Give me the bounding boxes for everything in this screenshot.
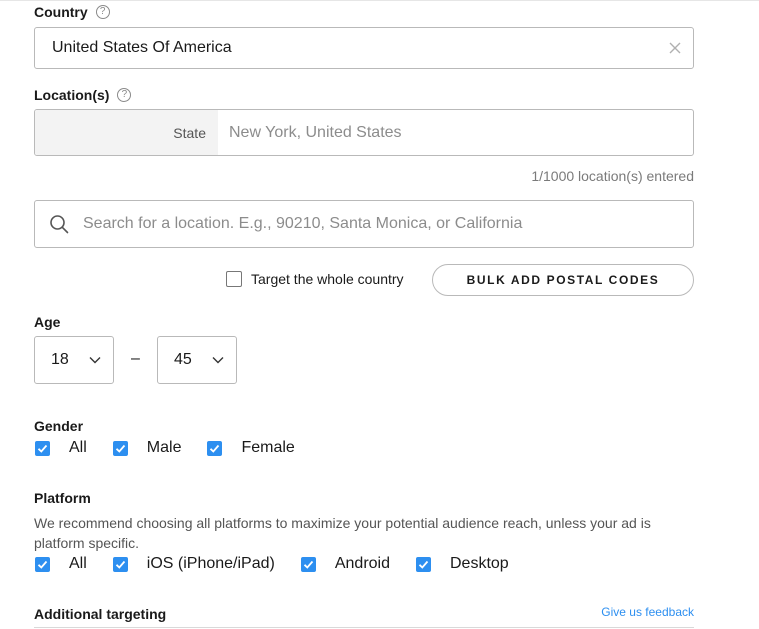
help-icon[interactable]: ?	[117, 88, 132, 102]
platform-heading: Platform	[34, 490, 91, 506]
location-count: 1/1000 location(s) entered	[531, 168, 694, 184]
platform-options: All iOS (iPhone/iPad) Android Desktop	[35, 555, 535, 573]
gender-option-label: All	[69, 439, 87, 456]
chevron-down-icon	[89, 357, 101, 364]
country-field[interactable]: United States Of America	[34, 27, 694, 69]
age-min-select[interactable]: 18	[34, 336, 114, 384]
location-search[interactable]	[34, 200, 694, 248]
bulk-add-postal-codes-button[interactable]: BULK ADD POSTAL CODES	[432, 264, 694, 296]
platform-option-all[interactable]: All	[35, 555, 87, 573]
checkbox-checked-icon[interactable]	[416, 556, 431, 572]
help-icon[interactable]: ?	[95, 5, 110, 19]
additional-targeting-heading: Additional targeting	[34, 606, 166, 622]
top-divider	[0, 0, 759, 1]
platform-option-android[interactable]: Android	[300, 555, 390, 573]
age-min-value: 18	[51, 351, 69, 368]
gender-option-all[interactable]: All	[35, 439, 87, 457]
search-input[interactable]	[83, 215, 663, 233]
gender-option-male[interactable]: Male	[112, 439, 182, 457]
location-value: New York, United States	[229, 123, 402, 141]
checkbox-checked-icon[interactable]	[112, 556, 128, 572]
checkbox-checked-icon[interactable]	[207, 440, 223, 456]
close-icon[interactable]	[667, 40, 683, 56]
country-value: United States Of America	[52, 39, 232, 56]
platform-option-label: iOS (iPhone/iPad)	[146, 555, 275, 572]
platform-option-label: Android	[334, 555, 390, 572]
locations-label: Location(s)	[34, 87, 110, 103]
platform-option-desktop[interactable]: Desktop	[416, 555, 509, 573]
gender-label: Gender	[34, 418, 84, 434]
platform-label: Platform	[34, 490, 91, 506]
search-icon	[50, 215, 69, 234]
checkbox-checked-icon[interactable]	[300, 556, 316, 572]
age-heading: Age	[34, 314, 60, 330]
chevron-down-icon	[212, 357, 224, 364]
location-type: State	[35, 110, 218, 155]
checkbox-checked-icon[interactable]	[35, 440, 50, 456]
additional-targeting-label: Additional targeting	[34, 606, 167, 622]
gender-option-label: Female	[241, 439, 295, 456]
age-max-value: 45	[174, 351, 192, 368]
gender-option-female[interactable]: Female	[207, 439, 295, 457]
platform-option-label: All	[69, 555, 87, 572]
feedback-link[interactable]: Give us feedback	[601, 605, 694, 619]
bottom-divider	[34, 627, 694, 628]
country-label: Country	[34, 4, 88, 20]
checkbox-checked-icon[interactable]	[112, 440, 128, 456]
age-label: Age	[34, 314, 61, 330]
platform-description: We recommend choosing all platforms to m…	[34, 515, 651, 551]
platform-option-ios[interactable]: iOS (iPhone/iPad)	[112, 555, 275, 573]
target-whole-country[interactable]: Target the whole country	[226, 271, 404, 287]
gender-option-label: Male	[146, 439, 182, 456]
checkbox-checked-icon[interactable]	[35, 556, 50, 572]
gender-options: All Male Female	[35, 439, 321, 457]
age-max-select[interactable]: 45	[157, 336, 237, 384]
platform-option-label: Desktop	[450, 555, 509, 572]
location-entry[interactable]: State New York, United States	[34, 109, 694, 156]
gender-heading: Gender	[34, 418, 83, 434]
whole-country-label: Target the whole country	[251, 271, 404, 287]
whole-country-checkbox[interactable]	[226, 271, 242, 287]
locations-heading: Location(s) ?	[34, 87, 132, 103]
country-heading: Country ?	[34, 4, 110, 20]
age-separator: –	[131, 350, 140, 367]
